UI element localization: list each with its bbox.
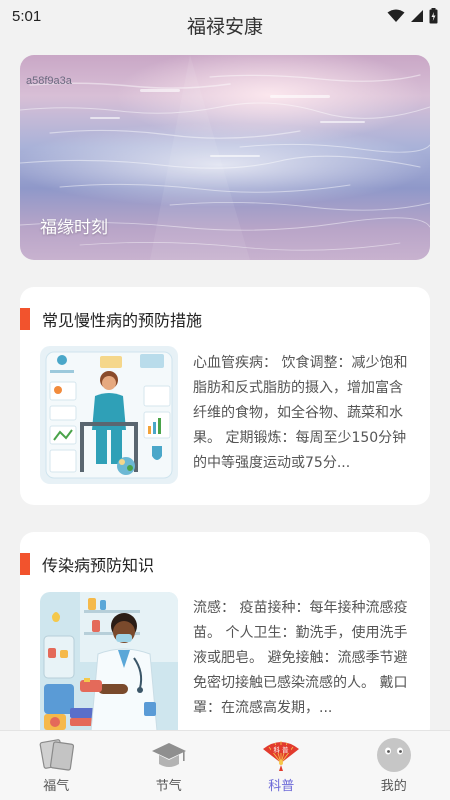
doctor-illustration-image bbox=[40, 592, 178, 742]
article-summary: 心血管疾病： 饮食调整：减少饱和脂肪和反式脂肪的摄入，增加富含纤维的食物，如全谷… bbox=[193, 355, 408, 471]
card-header: 传染病预防知识 bbox=[20, 552, 154, 576]
banner-caption: 福缘时刻 bbox=[40, 218, 108, 238]
nav-label: 节气 bbox=[155, 779, 182, 794]
nav-item-kepu[interactable]: 科 普 科普 bbox=[225, 731, 338, 800]
article-thumbnail bbox=[40, 592, 178, 742]
banner-carousel[interactable]: a58f9a3a 福缘时刻 bbox=[20, 55, 430, 260]
nav-item-fuqi[interactable]: 福气 bbox=[0, 731, 113, 800]
health-infographic-image bbox=[40, 346, 178, 484]
svg-text:科 普: 科 普 bbox=[274, 745, 290, 754]
nav-label: 科普 bbox=[268, 779, 295, 794]
article-summary: 流感： 疫苗接种：每年接种流感疫苗。 个人卫生：勤洗手，使用洗手液或肥皂。 避免… bbox=[193, 600, 408, 716]
nav-item-wode[interactable]: 我的 bbox=[338, 731, 450, 800]
graduation-cap-icon bbox=[149, 737, 189, 773]
cards-icon bbox=[36, 737, 76, 773]
card-header: 常见慢性病的预防措施 bbox=[20, 307, 202, 331]
nav-label: 我的 bbox=[380, 779, 407, 794]
article-title: 传染病预防知识 bbox=[42, 556, 155, 575]
article-thumbnail bbox=[40, 346, 178, 484]
app-title: 福禄安康 bbox=[186, 16, 263, 38]
nav-item-jieqi[interactable]: 节气 bbox=[113, 731, 226, 800]
article-title: 常见慢性病的预防措施 bbox=[42, 311, 203, 330]
article-card[interactable]: 传染病预防知识 流感： 疫苗接种：每年接种流感疫苗。 个人卫生：勤洗手，使用洗手… bbox=[20, 532, 430, 742]
nav-label: 福气 bbox=[43, 779, 70, 794]
banner-image-id: a58f9a3a bbox=[26, 75, 72, 87]
card-accent-bar bbox=[20, 553, 30, 575]
bottom-nav: 福气 节气 科 普 科普 我的 bbox=[0, 730, 450, 800]
avatar-icon bbox=[374, 737, 414, 773]
card-accent-bar bbox=[20, 308, 30, 330]
fan-icon: 科 普 bbox=[261, 737, 301, 773]
article-card[interactable]: 常见慢性病的预防措施 心血管疾病： 饮食调整：减少饱和脂肪和反式脂肪的摄入，增加… bbox=[20, 287, 430, 505]
